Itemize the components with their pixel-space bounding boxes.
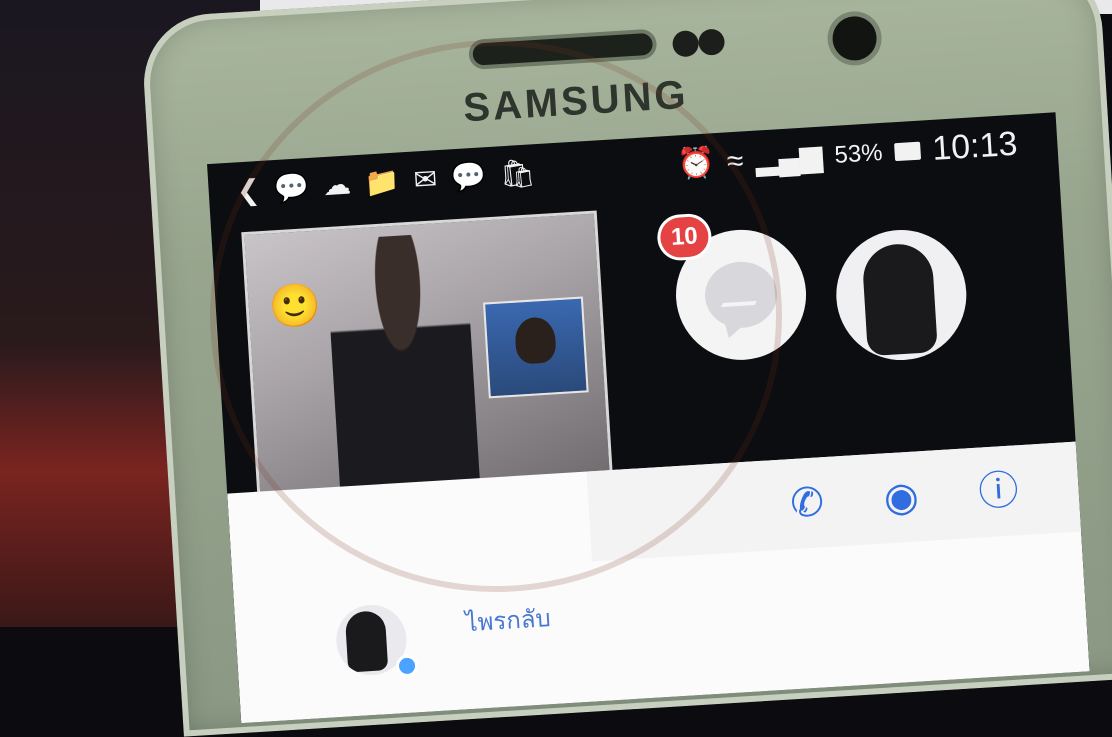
- video-call-preview[interactable]: 🙂: [241, 210, 614, 508]
- status-left: ❮ 💬 ☁ 📁 ✉ 💬 🛍: [208, 157, 537, 207]
- contact-chat-head[interactable]: [832, 226, 971, 364]
- mail-icon: ✉: [412, 163, 438, 196]
- phone: SAMSUNG ❮ 💬 ☁ 📁 ✉ 💬 🛍 ⏰ ≈ ▂▄▆ 53% 10:13: [140, 0, 1112, 737]
- emoji-face-icon: 🙂: [267, 280, 323, 331]
- cloud-icon: ☁: [321, 168, 352, 202]
- phone-screen: ❮ 💬 ☁ 📁 ✉ 💬 🛍 ⏰ ≈ ▂▄▆ 53% 10:13 🙂 10 ✆ ◉…: [207, 112, 1090, 724]
- signal-icon: ▂▄▆: [754, 139, 824, 177]
- online-status-icon: [395, 654, 419, 678]
- phone-call-icon[interactable]: ✆: [789, 480, 825, 526]
- messenger-icon: [703, 259, 779, 330]
- self-video-inset[interactable]: [483, 296, 589, 399]
- folder-icon: 📁: [363, 165, 401, 199]
- info-icon[interactable]: ⓘ: [977, 468, 1020, 514]
- caller-video: [324, 231, 481, 500]
- default-avatar-icon: [861, 242, 938, 357]
- chat-bubble-icon: 💬: [450, 160, 487, 194]
- self-video-person: [514, 316, 557, 365]
- status-right: ⏰ ≈ ▂▄▆ 53% 10:13: [676, 124, 1019, 185]
- chevron-left-icon[interactable]: ❮: [236, 174, 261, 206]
- default-avatar-icon: [344, 610, 389, 673]
- clock: 10:13: [931, 124, 1019, 168]
- wifi-icon: ≈: [725, 143, 745, 178]
- chat-heads: 10: [631, 192, 1041, 396]
- messenger-bolt: [721, 284, 764, 308]
- alarm-icon: ⏰: [676, 146, 716, 182]
- chat-panel-header: ✆ ◉ ⓘ: [586, 441, 1082, 562]
- video-icon[interactable]: ◉: [882, 474, 920, 520]
- chat-bubble-icon: 💬: [273, 171, 310, 205]
- battery-icon: [893, 141, 921, 161]
- contact-name[interactable]: ไพรกลับ: [464, 598, 552, 642]
- battery-percent: 53%: [833, 138, 884, 169]
- bag-icon: 🛍: [498, 157, 537, 191]
